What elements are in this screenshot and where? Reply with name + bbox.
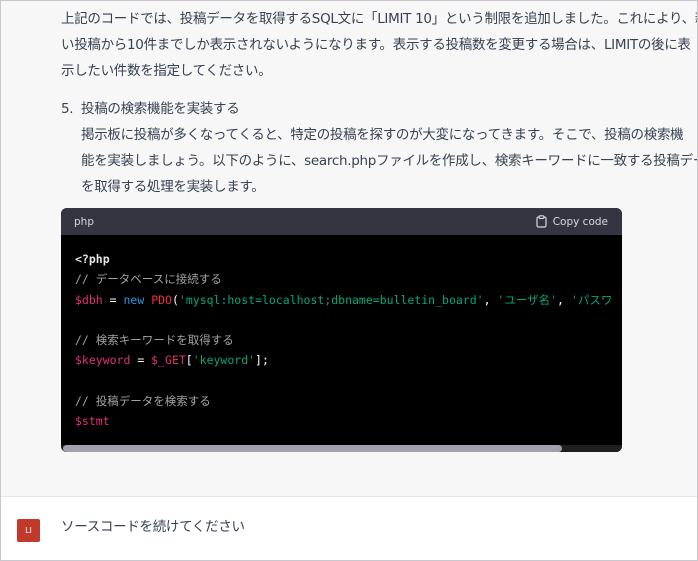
copy-code-button[interactable]: Copy code: [536, 215, 608, 228]
code-line: $dbh = new PDO('mysql:host=localhost;dbn…: [75, 290, 612, 310]
code-line: <?php: [75, 249, 608, 269]
code-token: ,: [483, 292, 498, 307]
list-item-header: 5. 投稿の検索機能を実装する: [61, 96, 636, 122]
code-line: $stmt: [75, 411, 608, 431]
code-content: <?php // データベースに接続する $dbh = new PDO('mysql…: [61, 235, 622, 432]
code-token: =: [130, 353, 152, 368]
code-token: 'ユーザ名': [497, 292, 558, 307]
code-token: =: [102, 292, 124, 307]
list-item-line: 掲示板に投稿が多くなってくると、特定の投稿を探すのが大変になってきます。そこで、…: [81, 127, 684, 143]
code-line: $keyword = $_GET['keyword'];: [75, 350, 608, 370]
code-token: (: [171, 292, 179, 307]
code-token: PDO: [151, 292, 172, 307]
code-token: $keyword: [75, 353, 131, 368]
user-message-text: ソースコードを続けてください: [61, 519, 245, 535]
horizontal-scrollbar[interactable]: [61, 445, 622, 452]
code-token: ];: [255, 353, 269, 368]
ordered-list: 5. 投稿の検索機能を実装する 掲示板に投稿が多くなってくると、特定の投稿を探す…: [61, 96, 698, 200]
list-item-body: 掲示板に投稿が多くなってくると、特定の投稿を探すのが大変になってきます。そこで、…: [81, 122, 698, 200]
scrollbar-thumb[interactable]: [63, 445, 562, 452]
clipboard-icon: [536, 215, 547, 228]
assistant-message: 上記のコードでは、投稿データを取得するSQL文に「LIMIT 10」という制限を…: [0, 0, 698, 496]
code-block: php Copy code <?php // データベースに接続する $dbh = …: [61, 208, 622, 452]
code-block-header: php Copy code: [61, 208, 622, 235]
paragraph-line: い投稿から10件までしか表示されないようになります。表示する投稿数を変更する場合…: [61, 37, 691, 53]
code-token: 'keyword': [192, 353, 256, 368]
code-language-label: php: [74, 215, 94, 228]
code-line: // 投稿データを検索する: [75, 391, 608, 411]
code-token: // 投稿データを検索する: [75, 394, 211, 409]
code-line: // 検索キーワードを取得する: [75, 330, 608, 350]
code-token: ,: [557, 292, 571, 307]
copy-code-label: Copy code: [552, 215, 608, 228]
code-token: $_GET: [151, 353, 186, 368]
list-item-number: 5.: [61, 101, 74, 117]
paragraph-line: 示したい件数を指定してください。: [61, 63, 272, 79]
code-token: $dbh: [75, 292, 103, 307]
code-token: [: [185, 353, 193, 368]
list-item-title: 投稿の検索機能を実装する: [81, 101, 240, 117]
user-avatar: LI: [17, 519, 40, 542]
code-token: <?php: [75, 252, 110, 266]
code-token: $stmt: [75, 414, 110, 429]
code-token: new: [123, 292, 145, 307]
paragraph-line: 上記のコードでは、投稿データを取得するSQL文に「LIMIT 10」という制限を…: [61, 11, 698, 27]
code-token: // データベースに接続する: [75, 272, 222, 287]
list-item-line: 能を実装しましょう。以下のように、search.phpファイルを作成し、検索キー…: [81, 153, 698, 169]
message-paragraph: 上記のコードでは、投稿データを取得するSQL文に「LIMIT 10」という制限を…: [61, 6, 698, 84]
list-item-line: を取得する処理を実装します。: [81, 179, 265, 195]
code-token: // 検索キーワードを取得する: [75, 333, 234, 348]
code-token: 'パスワ: [570, 292, 613, 307]
code-line: // データベースに接続する: [75, 269, 608, 289]
code-token: 'mysql:host=localhost;dbname=bulletin_bo…: [178, 292, 484, 307]
